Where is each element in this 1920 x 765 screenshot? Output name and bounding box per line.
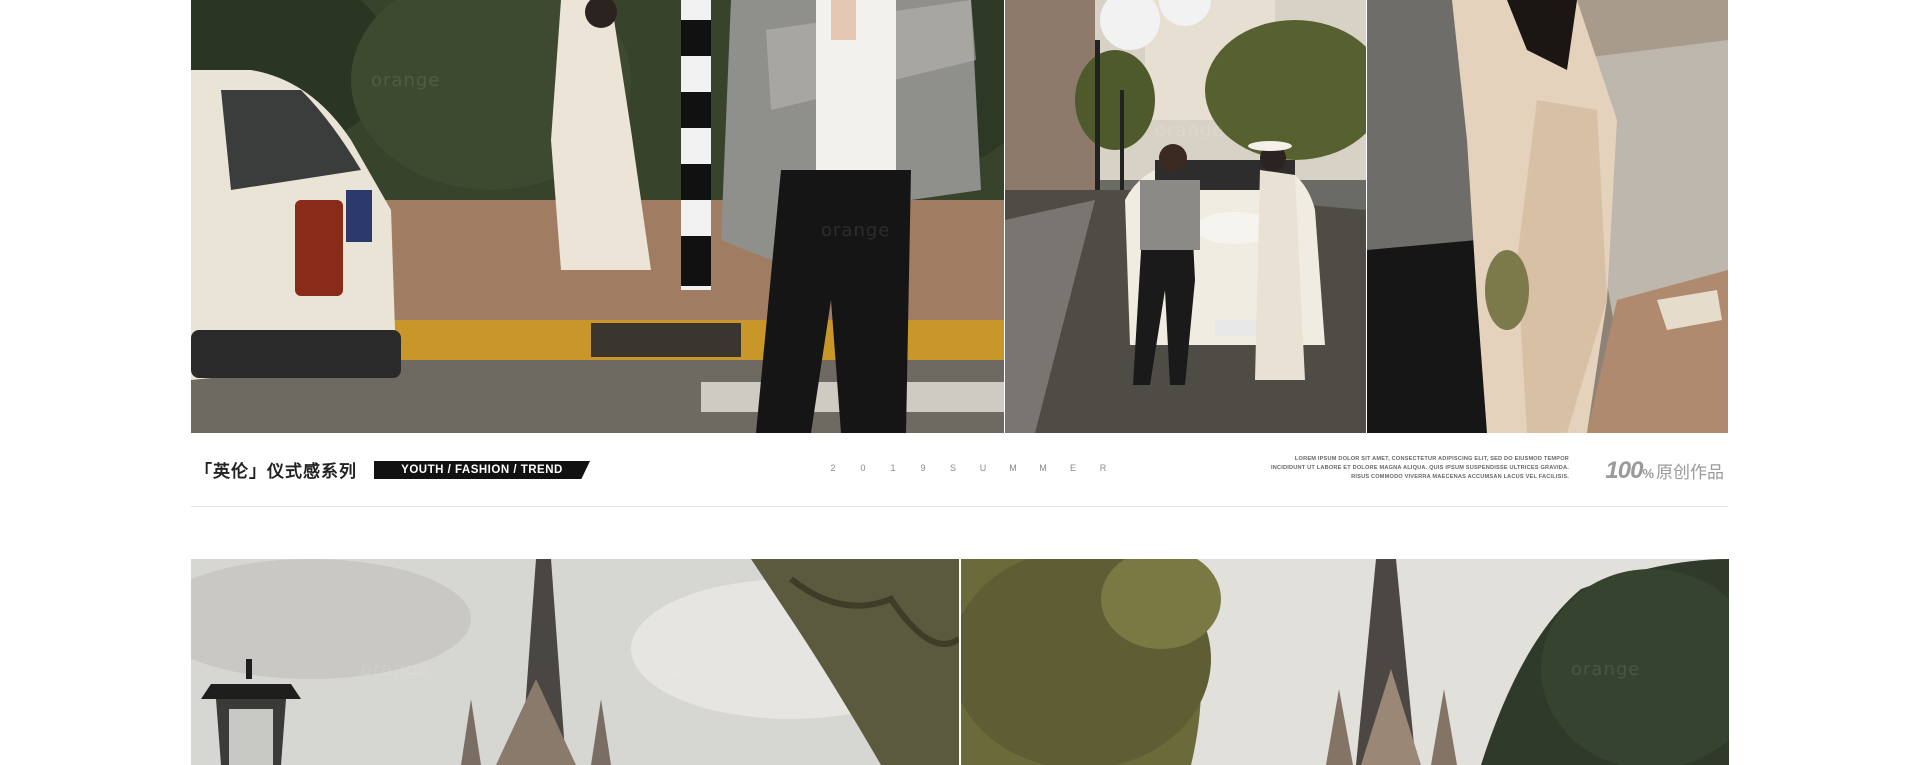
- season-letter: M: [1039, 463, 1047, 473]
- couple-car-photo: orange: [1005, 0, 1366, 433]
- lorem-line: RISUS COMMODO VIVERRA MAECENAS ACCUMSAN …: [1351, 474, 1569, 480]
- lorem-line: INCIDIDUNT UT LABORE ET DOLORE MAGNA ALI…: [1271, 465, 1569, 471]
- lorem-text-block: LOREM IPSUM DOLOR SIT AMET, CONSECTETUR …: [1269, 455, 1569, 482]
- season-letter: S: [949, 463, 956, 473]
- section-divider: [191, 506, 1728, 507]
- original-number: 100: [1605, 457, 1643, 484]
- caption-bar: 「英伦」仪式感系列 YOUTH / FASHION / TREND 2 0 1 …: [191, 433, 1728, 507]
- church-spire-trees-photo: orange: [961, 559, 1729, 765]
- season-letter: 0: [860, 463, 866, 473]
- tagline-badge: YOUTH / FASHION / TREND: [374, 461, 590, 479]
- tagline-text: YOUTH / FASHION / TREND: [401, 464, 563, 476]
- church-spire-lamp-photo: orange orange: [191, 559, 959, 765]
- season-letter: E: [1069, 463, 1076, 473]
- series-title: 「英伦」仪式感系列: [195, 462, 357, 481]
- season-letter: 9: [920, 463, 926, 473]
- season-letter: R: [1099, 463, 1107, 473]
- couple-street-photo: orange orange: [191, 0, 1004, 433]
- original-text: 原创作品: [1656, 463, 1724, 482]
- season-letter: M: [1009, 463, 1017, 473]
- season-letter: 1: [890, 463, 896, 473]
- couple-embrace-photo: [1367, 0, 1728, 433]
- season-letter: 2: [830, 463, 836, 473]
- season-text: 2 0 1 9 S U M M E R: [818, 463, 1118, 473]
- original-percent: %: [1642, 466, 1654, 481]
- original-work-badge: 100% 原创作品: [1605, 457, 1724, 485]
- season-letter: U: [979, 463, 987, 473]
- lorem-line: LOREM IPSUM DOLOR SIT AMET, CONSECTETUR …: [1294, 456, 1569, 462]
